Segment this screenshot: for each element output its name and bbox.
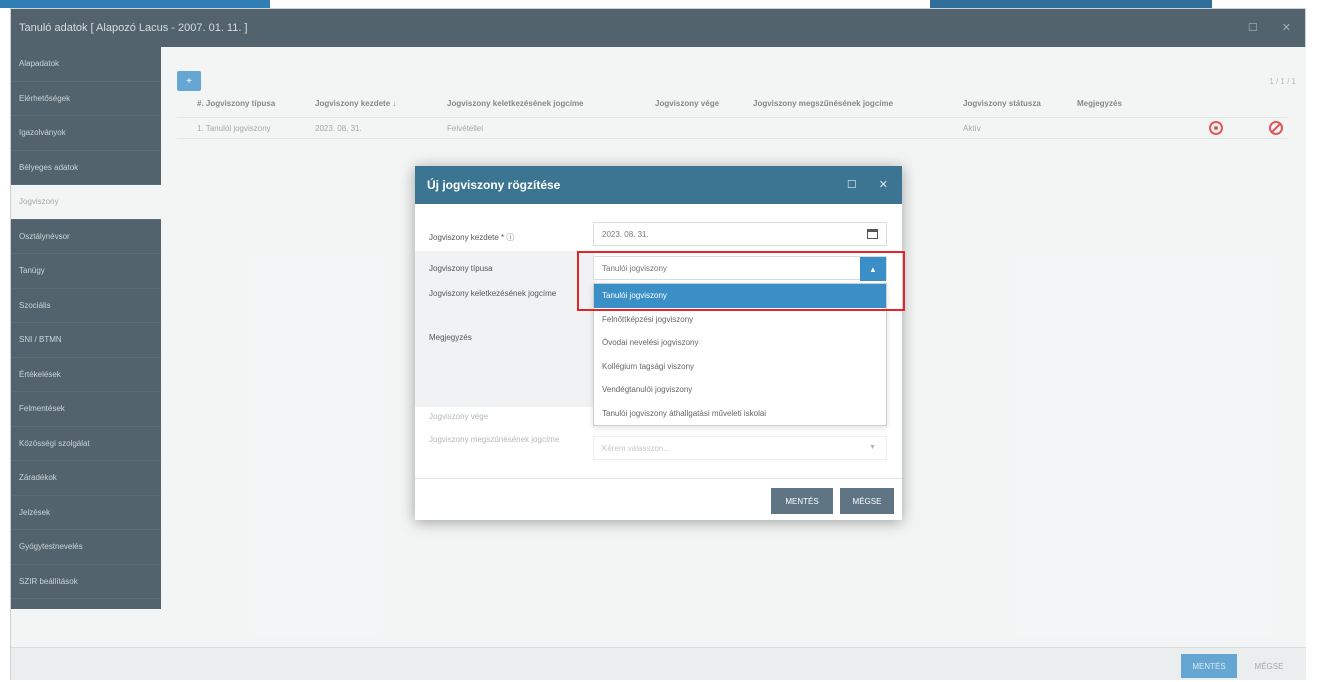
- type-label: Jogviszony típusa: [429, 264, 493, 273]
- modal-controls: ☐ ✕: [847, 178, 888, 191]
- highlight-box: [577, 251, 905, 311]
- modal-cancel-button[interactable]: MÉGSE: [840, 488, 894, 514]
- modal-footer-divider: [415, 478, 902, 479]
- dropdown-option[interactable]: Vendégtanulói jogviszony: [594, 378, 886, 402]
- calendar-icon[interactable]: [867, 229, 878, 239]
- start-date-label: Jogviszony kezdete * ⓘ: [429, 233, 515, 242]
- chevron-down-icon[interactable]: ▼: [869, 444, 876, 451]
- end-reason-select[interactable]: Kérem válasszon... ▼: [593, 436, 887, 460]
- maximize-icon[interactable]: ☐: [847, 178, 857, 191]
- dropdown-option[interactable]: Tanulói jogviszony áthallgatási műveleti…: [594, 402, 886, 426]
- end-reason-label: Jogviszony megszűnésének jogcíme: [429, 435, 560, 444]
- origin-label: Jogviszony keletkezésének jogcíme: [429, 289, 557, 298]
- note-label: Megjegyzés: [429, 333, 472, 342]
- start-date-input[interactable]: 2023. 08. 31.: [593, 222, 887, 246]
- dropdown-option[interactable]: Kollégium tagsági viszony: [594, 355, 886, 379]
- top-strip-left: [0, 0, 270, 8]
- modal-header: Új jogviszony rögzítése ☐ ✕: [415, 166, 902, 204]
- end-reason-placeholder: Kérem válasszon...: [602, 443, 671, 453]
- top-strip-right: [930, 0, 1212, 8]
- dropdown-option[interactable]: Óvodai nevelési jogviszony: [594, 331, 886, 355]
- label-column-bg: [415, 251, 595, 407]
- close-icon[interactable]: ✕: [879, 178, 888, 191]
- dropdown-option[interactable]: Felnőttképzési jogviszony: [594, 308, 886, 332]
- start-date-value: 2023. 08. 31.: [602, 229, 649, 239]
- modal-save-button[interactable]: MENTÉS: [771, 488, 833, 514]
- top-strip: [0, 0, 1317, 8]
- modal-title: Új jogviszony rögzítése: [427, 178, 561, 192]
- end-date-label: Jogviszony vége: [429, 412, 489, 421]
